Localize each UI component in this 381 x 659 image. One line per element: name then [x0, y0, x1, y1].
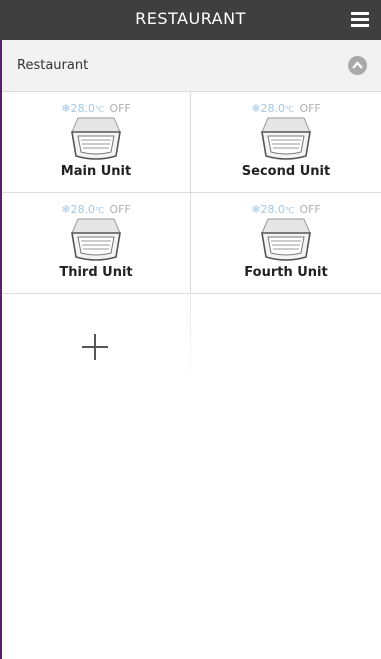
grid-divider: [190, 295, 191, 400]
unit-name: Second Unit: [241, 164, 331, 179]
unit-tile-third[interactable]: ❄28.0℃ OFF Third Unit: [2, 193, 191, 294]
ceiling-cassette-ac-icon: [71, 117, 121, 160]
temperature-value: 28.0: [70, 203, 95, 216]
temperature-unit: ℃: [94, 105, 104, 114]
temperature-unit: ℃: [284, 105, 294, 114]
power-state: OFF: [299, 203, 321, 216]
temperature-value: 28.0: [260, 203, 285, 216]
ceiling-cassette-ac-icon: [261, 117, 311, 160]
unit-status: ❄28.0℃ OFF: [2, 102, 190, 115]
unit-tile-fourth[interactable]: ❄28.0℃ OFF Fourth Unit: [191, 193, 381, 294]
unit-name: Third Unit: [59, 265, 133, 280]
unit-status: ❄28.0℃ OFF: [191, 102, 381, 115]
plus-icon-stroke: [94, 334, 96, 360]
app-header: RESTAURANT: [0, 0, 381, 40]
unit-tile-main[interactable]: ❄28.0℃ OFF Main Unit: [2, 92, 191, 193]
unit-status: ❄28.0℃ OFF: [2, 203, 190, 216]
power-state: OFF: [109, 102, 131, 115]
temperature-value: 28.0: [70, 102, 95, 115]
power-state: OFF: [109, 203, 131, 216]
unit-status: ❄28.0℃ OFF: [191, 203, 381, 216]
temperature-value: 28.0: [260, 102, 285, 115]
add-unit-button[interactable]: [2, 295, 190, 400]
power-state: OFF: [299, 102, 321, 115]
temperature-unit: ℃: [94, 206, 104, 215]
section-header-restaurant[interactable]: Restaurant: [2, 40, 381, 92]
unit-tile-second[interactable]: ❄28.0℃ OFF Second Unit: [191, 92, 381, 193]
ceiling-cassette-ac-icon: [71, 218, 121, 261]
section-title: Restaurant: [17, 58, 89, 73]
page-title: RESTAURANT: [135, 9, 246, 28]
chevron-up-circle-icon[interactable]: [348, 56, 367, 75]
unit-name: Main Unit: [60, 164, 132, 179]
ceiling-cassette-ac-icon: [261, 218, 311, 261]
hamburger-menu-icon[interactable]: [351, 12, 369, 27]
unit-name: Fourth Unit: [244, 265, 328, 280]
temperature-unit: ℃: [284, 206, 294, 215]
